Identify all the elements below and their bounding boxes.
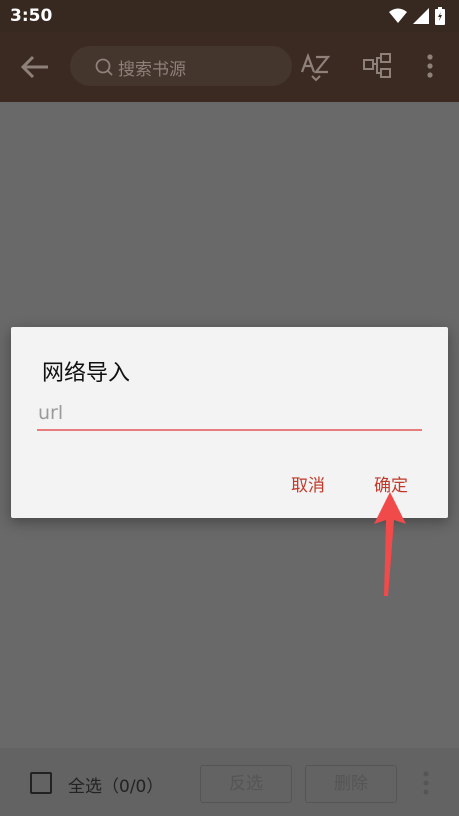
delete-button[interactable]: 删除 <box>305 765 397 803</box>
bottom-bar: 全选（0/0） 反选 删除 <box>0 748 459 816</box>
cancel-button[interactable]: 取消 <box>291 471 325 496</box>
sort-az-icon[interactable] <box>300 52 334 84</box>
group-icon[interactable] <box>362 52 392 80</box>
status-icons <box>389 7 445 25</box>
search-box[interactable]: 搜索书源 <box>70 46 292 86</box>
more-vert-icon[interactable] <box>420 770 432 798</box>
select-all-checkbox[interactable] <box>30 772 52 794</box>
signal-icon <box>413 8 429 24</box>
search-icon <box>95 58 113 76</box>
wifi-icon <box>389 8 407 23</box>
status-time: 3:50 <box>10 6 53 26</box>
toolbar: 搜索书源 <box>0 32 459 102</box>
invert-selection-button[interactable]: 反选 <box>200 765 292 803</box>
search-placeholder: 搜索书源 <box>118 60 186 80</box>
battery-icon <box>435 7 445 25</box>
more-vert-icon[interactable] <box>424 52 436 82</box>
url-input[interactable] <box>37 397 422 431</box>
status-bar: 3:50 <box>0 0 459 32</box>
annotation-arrow-icon <box>374 492 406 596</box>
select-all-label[interactable]: 全选（0/0） <box>68 772 163 797</box>
dialog-title: 网络导入 <box>42 361 131 386</box>
back-arrow-icon[interactable] <box>18 53 50 81</box>
